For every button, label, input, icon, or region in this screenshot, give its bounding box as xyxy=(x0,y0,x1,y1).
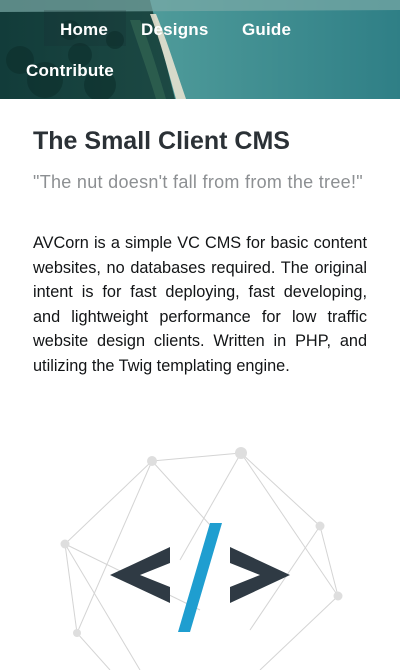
nav-contribute[interactable]: Contribute xyxy=(26,61,114,81)
nav-guide[interactable]: Guide xyxy=(242,20,291,40)
page-title: The Small Client CMS xyxy=(33,127,290,155)
tagline-quote: "The nut doesn't fall from from the tree… xyxy=(33,172,363,192)
intro-paragraph: AVCorn is a simple VC CMS for basic cont… xyxy=(33,234,367,375)
nav-home[interactable]: Home xyxy=(60,20,108,40)
code-brackets-icon xyxy=(110,523,290,632)
network-nodes xyxy=(60,447,343,637)
hero-banner: Home Designs Guide Contribute xyxy=(0,0,400,99)
nav-designs[interactable]: Designs xyxy=(141,20,209,40)
code-graphic xyxy=(60,447,343,670)
